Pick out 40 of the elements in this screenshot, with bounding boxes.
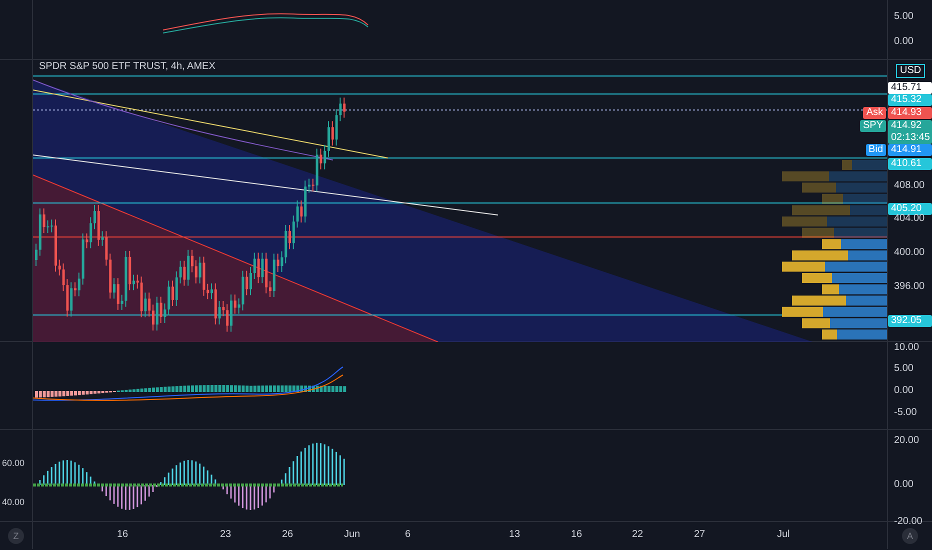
axis-label: -20.00 bbox=[894, 516, 922, 528]
axis-label: 408.00 bbox=[894, 180, 925, 192]
price-badge: 405.20 bbox=[888, 203, 932, 215]
time-label: 16 bbox=[571, 529, 582, 541]
time-label: 22 bbox=[632, 529, 644, 541]
axis-label: 20.00 bbox=[894, 435, 920, 447]
price-badge: 414.92 02:13:45 bbox=[888, 120, 932, 144]
axis-label: 5.00 bbox=[894, 11, 914, 23]
axis-label: 40.00 bbox=[2, 496, 25, 508]
axis-label: 396.00 bbox=[894, 281, 925, 293]
price-tag: Ask bbox=[863, 107, 886, 119]
time-label: 27 bbox=[694, 529, 706, 541]
time-label: Jul bbox=[777, 529, 790, 541]
time-label: 6 bbox=[405, 529, 411, 541]
axis-label: 400.00 bbox=[894, 247, 925, 259]
price-badge: 415.32 bbox=[888, 94, 932, 106]
axis-label: 5.00 bbox=[894, 363, 914, 375]
axis-label: 0.00 bbox=[894, 479, 914, 491]
price-badge: 414.91 bbox=[888, 144, 932, 156]
price-badge: 415.71 bbox=[888, 82, 932, 94]
time-label: Jun bbox=[344, 529, 360, 541]
price-tag: Bid bbox=[866, 144, 886, 156]
axis-label: 10.00 bbox=[894, 342, 920, 354]
auto-scale-button[interactable]: A bbox=[902, 528, 918, 544]
currency-label: USD bbox=[896, 64, 926, 78]
price-badge: 414.93 bbox=[888, 107, 932, 119]
chart-title: SPDR S&P 500 ETF TRUST, 4h, AMEX bbox=[39, 61, 216, 73]
price-badge: 392.05 bbox=[888, 315, 932, 327]
time-label: 16 bbox=[117, 529, 128, 541]
price-tag: SPY bbox=[860, 120, 886, 132]
axis-label: 404.00 bbox=[894, 213, 925, 225]
axis-label: 0.00 bbox=[894, 385, 914, 397]
axis-label: -5.00 bbox=[894, 407, 917, 419]
zoom-button[interactable]: Z bbox=[8, 528, 24, 544]
time-label: 13 bbox=[509, 529, 520, 541]
axis-label: 0.00 bbox=[894, 36, 914, 48]
axis-label: 60.00 bbox=[2, 457, 25, 469]
time-label: 23 bbox=[220, 529, 232, 541]
price-badge: 410.61 bbox=[888, 158, 932, 170]
time-label: 26 bbox=[282, 529, 294, 541]
